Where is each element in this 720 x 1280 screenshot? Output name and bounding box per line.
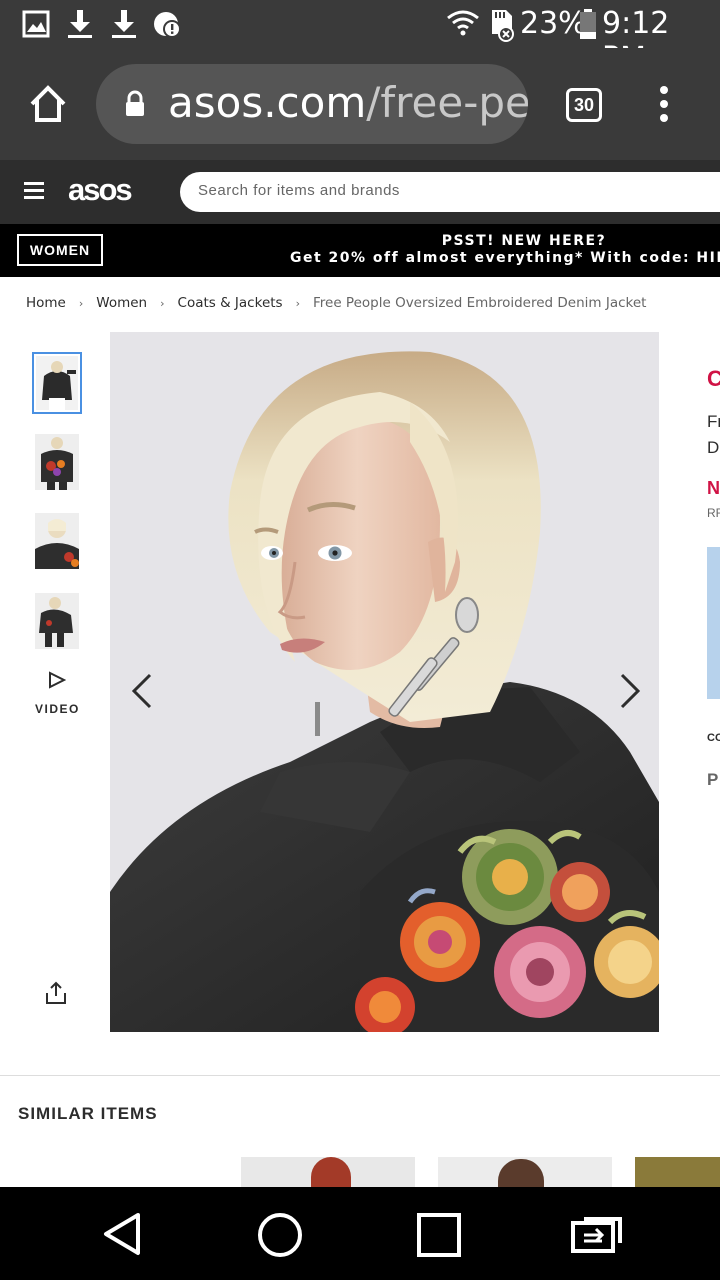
previous-image-arrow-icon[interactable] [130,673,154,709]
address-bar[interactable]: asos.com/free-peo [96,64,528,144]
promo-headline: PSST! NEW HERE? [441,233,607,249]
promo-panel-peek[interactable] [707,547,720,699]
similar-item-image [311,1157,351,1187]
android-nav-bar [0,1187,720,1280]
similar-item-image [498,1159,544,1187]
product-main-image[interactable] [110,332,659,1032]
home-icon[interactable] [28,84,68,124]
breadcrumb-current: Free People Oversized Embroidered Denim … [312,295,647,311]
product-price-peek: N [707,478,720,498]
play-icon[interactable] [48,671,66,689]
product-title-peek-2: D [707,438,720,457]
model-photo [110,332,659,1032]
url-text: asos.com/free-peo [168,78,528,127]
lock-icon [126,90,144,116]
switch-app-icon[interactable] [570,1213,626,1255]
promo-banner[interactable]: WOMEN PSST! NEW HERE? Get 20% off almost… [0,224,720,277]
breadcrumb-separator: › [78,297,84,310]
breadcrumb-separator: › [160,297,165,310]
recents-icon[interactable] [416,1212,462,1258]
download-icon [68,10,92,38]
next-image-arrow-icon[interactable] [618,673,642,709]
similar-item-1[interactable] [241,1157,415,1187]
thumbnail-1[interactable] [32,352,82,414]
breadcrumb-coats-jackets[interactable]: Coats & Jackets [178,295,283,311]
search-input[interactable] [198,182,698,199]
breadcrumb: Home › Women › Coats & Jackets › Free People O… [26,295,646,311]
download-icon-2 [112,10,136,38]
product-top-peek: C [707,366,720,391]
gallery-icon [22,10,50,38]
thumbnail-image [35,434,79,490]
battery-icon [580,9,596,39]
video-label[interactable]: VIDEO [35,702,80,716]
p-label-peek: P [707,770,719,789]
thumbnail-image [35,593,79,649]
thumbnail-3[interactable] [35,513,79,569]
colour-label-peek: CO [707,732,720,744]
promo-offer-text: Get 20% off almost everything* With code… [290,250,720,266]
battery-percent: 23% [520,6,587,41]
data-saver-alert-icon [154,12,181,38]
back-icon[interactable] [100,1211,144,1257]
product-rrp-peek: RR [707,506,720,520]
search-box[interactable] [180,172,720,212]
status-bar: 23% 9:12 PM [0,0,720,76]
breadcrumb-home[interactable]: Home [26,295,66,311]
home-button-icon[interactable] [256,1211,304,1259]
hamburger-menu-icon[interactable] [24,182,46,200]
share-icon[interactable] [45,981,67,1005]
site-header: asos [0,160,720,224]
breadcrumb-women[interactable]: Women [96,295,147,311]
thumbnail-image [36,356,78,410]
thumbnail-4[interactable] [35,593,79,649]
similar-item-2[interactable] [438,1157,612,1187]
similar-item-3[interactable] [635,1157,720,1187]
sd-card-icon [492,10,514,42]
similar-items-heading: SIMILAR ITEMS [18,1104,158,1123]
browser-toolbar: asos.com/free-peo 30 [0,48,720,160]
section-divider [0,1075,720,1076]
tab-switcher-button[interactable]: 30 [566,88,602,122]
product-title-peek-1: Fr [707,412,720,431]
thumbnail-image [35,513,79,569]
breadcrumb-separator: › [295,297,300,310]
asos-logo[interactable]: asos [68,172,133,208]
more-options-icon[interactable] [654,84,674,124]
thumbnail-2[interactable] [35,434,79,490]
wifi-icon [447,10,479,36]
